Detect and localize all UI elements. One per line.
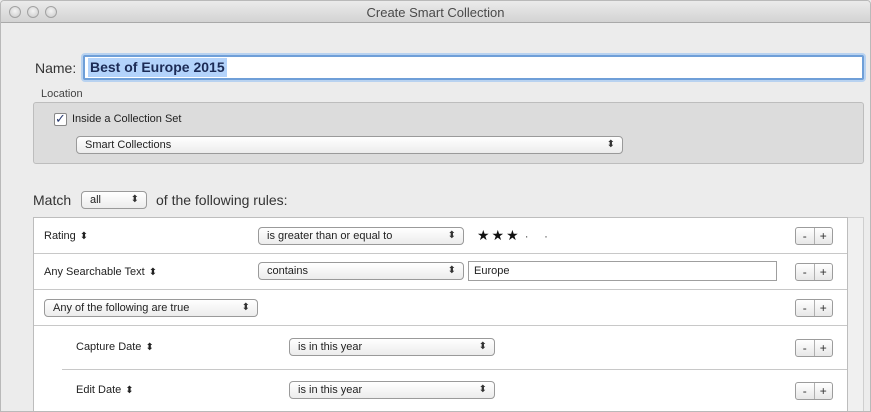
rule-group-value: Any of the following are true [53,302,190,314]
rule-row-searchable-text: Any Searchable Text ⬍ contains ⬍ Europe -… [34,254,847,290]
rule-group-row: Any of the following are true ⬍ - + [34,290,847,326]
rule-field-label: Capture Date [76,341,142,353]
rule-operator-popup[interactable]: is in this year ⬍ [289,381,495,399]
popup-arrows-icon: ⬍ [478,341,487,352]
popup-arrows-icon: ⬍ [145,342,154,353]
rule-row-rating: Rating ⬍ is greater than or equal to ⬍ ★★… [34,218,847,254]
rule-field-label: Any Searchable Text [44,266,145,278]
add-rule-button[interactable]: + [813,228,833,244]
rules-list: Rating ⬍ is greater than or equal to ⬍ ★★… [33,217,848,411]
collection-name-value: Best of Europe 2015 [88,58,227,77]
rule-field-popup[interactable]: Capture Date ⬍ [76,341,154,353]
rule-operator-value: is greater than or equal to [267,230,393,242]
popup-arrows-icon: ⬍ [130,194,139,205]
popup-arrows-icon: ⬍ [148,267,158,278]
popup-arrows-icon: ⬍ [241,302,250,313]
popup-arrows-icon: ⬍ [125,385,134,396]
remove-rule-button[interactable]: - [796,300,814,316]
rule-operator-value: contains [267,265,308,277]
rules-scroll-gutter [848,217,864,411]
rule-field-popup[interactable]: Rating ⬍ [44,230,88,242]
inside-collection-set-label[interactable]: Inside a Collection Set [72,113,181,125]
collection-set-popup[interactable]: Smart Collections ⬍ [76,136,623,154]
name-label: Name: [35,60,77,76]
remove-rule-button[interactable]: - [796,340,814,356]
inside-collection-set-checkbox[interactable]: ✓ [54,112,67,126]
rating-stars[interactable]: ★★★ · · [477,227,554,244]
remove-rule-button[interactable]: - [796,228,814,244]
empty-star-dots: · · [524,229,554,243]
title-bar: Create Smart Collection [1,1,870,23]
location-group: ✓ Inside a Collection Set Smart Collecti… [33,102,864,164]
collection-name-field[interactable]: Best of Europe 2015 [83,55,864,80]
match-mode-popup[interactable]: all ⬍ [81,191,147,209]
rule-field-popup[interactable]: Any Searchable Text ⬍ [44,266,157,278]
rule-field-label: Rating [44,230,76,242]
rule-add-remove-buttons: - + [795,382,833,400]
rule-operator-popup[interactable]: is in this year ⬍ [289,338,495,356]
rule-operator-popup[interactable]: is greater than or equal to ⬍ [258,227,464,245]
rule-field-label: Edit Date [76,384,122,396]
rule-value-input[interactable]: Europe [468,261,777,281]
rule-field-popup[interactable]: Edit Date ⬍ [76,384,134,396]
rule-row-edit-date: Edit Date ⬍ is in this year ⬍ - + [62,370,847,411]
match-suffix: of the following rules: [156,192,288,208]
popup-arrows-icon: ⬍ [606,139,615,150]
popup-arrows-icon: ⬍ [447,265,456,276]
remove-rule-button[interactable]: - [796,264,814,280]
add-rule-button[interactable]: + [813,383,833,399]
rule-add-remove-buttons: - + [795,263,833,281]
rule-add-remove-buttons: - + [795,339,833,357]
collection-set-value: Smart Collections [85,139,172,151]
match-prefix: Match [33,192,72,208]
create-smart-collection-dialog: Create Smart Collection Name: Best of Eu… [0,0,871,412]
rule-operator-value: is in this year [298,384,363,396]
rule-operator-popup[interactable]: contains ⬍ [258,262,464,280]
location-label: Location [41,88,83,100]
add-rule-button[interactable]: + [813,300,833,316]
rule-operator-value: is in this year [298,341,363,353]
popup-arrows-icon: ⬍ [447,230,456,241]
rule-group-popup[interactable]: Any of the following are true ⬍ [44,299,258,317]
remove-rule-button[interactable]: - [796,383,814,399]
add-rule-button[interactable]: + [813,264,833,280]
match-mode-value: all [90,194,102,206]
rule-add-remove-buttons: - + [795,227,833,245]
popup-arrows-icon: ⬍ [478,384,487,395]
add-rule-button[interactable]: + [813,340,833,356]
filled-stars: ★★★ [477,227,521,243]
rule-row-capture-date: Capture Date ⬍ is in this year ⬍ - + [62,326,847,370]
rule-add-remove-buttons: - + [795,299,833,317]
popup-arrows-icon: ⬍ [79,231,89,242]
window-title: Create Smart Collection [366,5,505,20]
